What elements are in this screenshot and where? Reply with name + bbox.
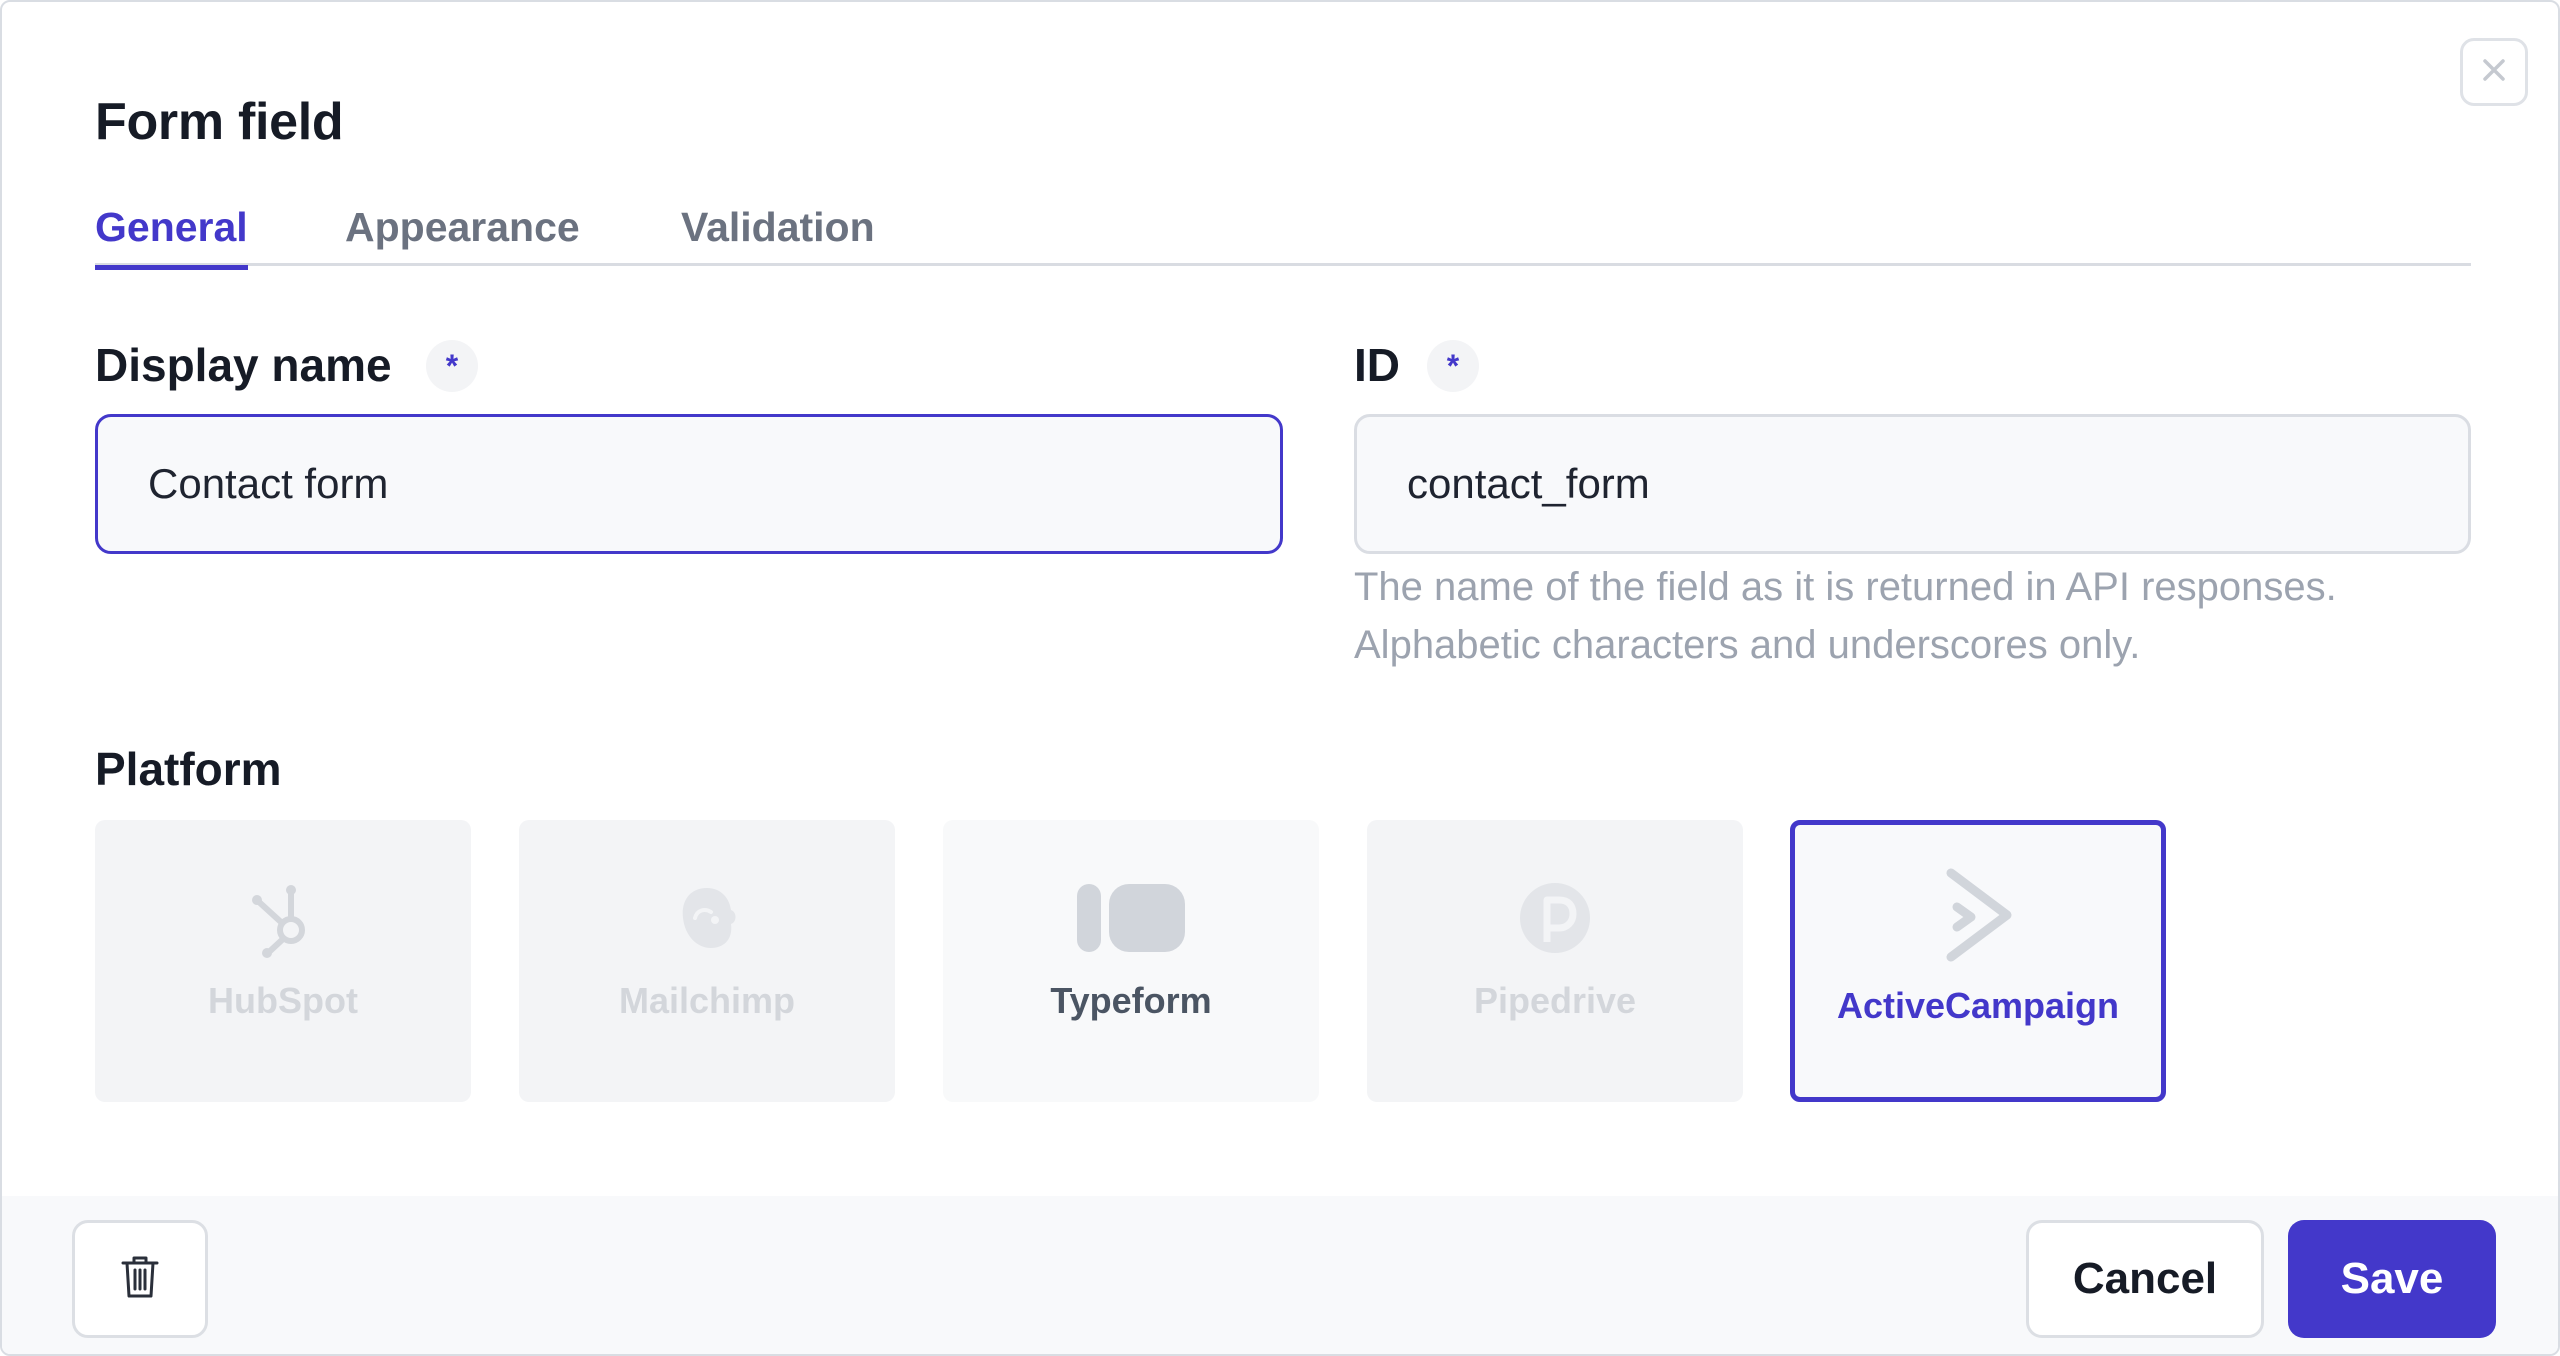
pipedrive-icon (1519, 878, 1591, 958)
platform-name: Pipedrive (1473, 980, 1637, 1021)
display-name-value: Contact form (148, 460, 389, 507)
id-hint-line: Alphabetic characters and underscores on… (1354, 623, 2141, 667)
id-hint: The name of the field as it is returned … (1354, 558, 2337, 674)
trash-icon (120, 1255, 160, 1304)
platform-name: Typeform (1050, 980, 1212, 1021)
activecampaign-icon (1943, 868, 2013, 962)
platform-name: Mailchimp (618, 980, 796, 1021)
display-name-label: Display name (95, 339, 392, 391)
id-value: contact_form (1407, 460, 1650, 507)
id-hint-line: The name of the field as it is returned … (1354, 565, 2337, 609)
delete-button[interactable] (72, 1220, 208, 1338)
platform-option-activecampaign[interactable]: ActiveCampaign (1790, 820, 2166, 1102)
platform-option-hubspot: HubSpot (95, 820, 471, 1102)
typeform-icon (1077, 878, 1185, 958)
close-icon (2480, 56, 2508, 89)
platform-name: HubSpot (208, 980, 358, 1021)
tab-validation[interactable]: Validation (681, 204, 875, 265)
platform-option-typeform[interactable]: Typeform (943, 820, 1319, 1102)
platform-option-pipedrive: Pipedrive (1367, 820, 1743, 1102)
tab-general[interactable]: General (95, 204, 248, 270)
platform-label: Platform (95, 743, 282, 795)
close-button[interactable] (2460, 38, 2528, 106)
hubspot-icon (247, 878, 319, 958)
save-button[interactable]: Save (2288, 1220, 2496, 1338)
mailchimp-icon (675, 878, 739, 958)
platform-name: ActiveCampaign (1836, 985, 2120, 1026)
id-label: ID (1354, 339, 1400, 391)
cancel-button[interactable]: Cancel (2026, 1220, 2264, 1338)
required-badge: * (426, 340, 478, 392)
form-field-dialog: Form field General Appearance Validation… (0, 0, 2560, 1356)
tab-bar: General Appearance Validation (95, 202, 2471, 270)
id-input[interactable]: contact_form (1354, 414, 2471, 554)
platform-option-mailchimp: Mailchimp (519, 820, 895, 1102)
tab-appearance[interactable]: Appearance (345, 204, 580, 265)
display-name-input[interactable]: Contact form (95, 414, 1283, 554)
required-badge: * (1427, 340, 1479, 392)
dialog-title: Form field (95, 93, 344, 151)
